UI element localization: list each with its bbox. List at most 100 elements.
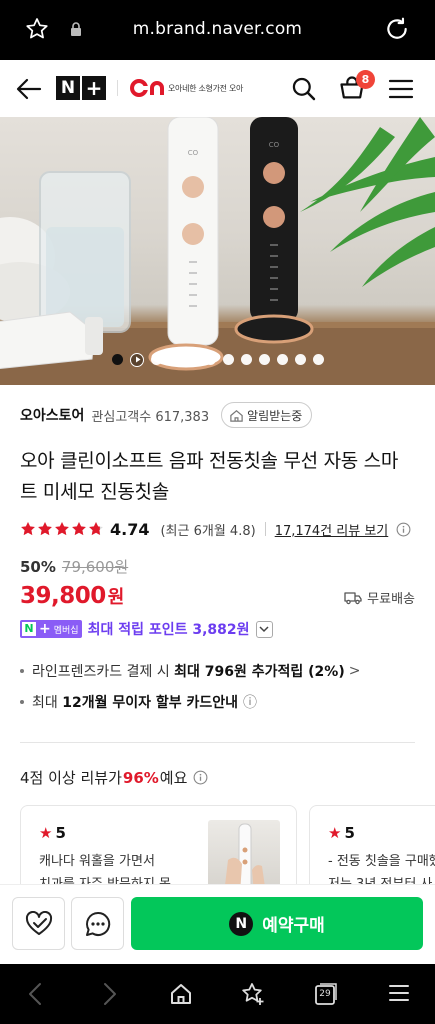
cart-count-badge: 8 bbox=[356, 70, 375, 89]
discount-rate: 50% bbox=[20, 558, 56, 576]
play-icon[interactable] bbox=[129, 353, 144, 367]
info-icon[interactable]: ⓘ bbox=[243, 692, 257, 712]
wishlist-button[interactable] bbox=[12, 897, 65, 950]
max-points: 최대 적립 포인트 3,882원 bbox=[87, 622, 250, 638]
gallery-dot[interactable] bbox=[204, 354, 216, 365]
gallery-dot[interactable] bbox=[312, 354, 324, 365]
nav-home-icon[interactable] bbox=[169, 982, 193, 1006]
bullet bbox=[20, 700, 24, 704]
recent-rating: (최근 6개월 4.8) bbox=[160, 523, 256, 539]
url-text[interactable]: m.brand.naver.com bbox=[0, 19, 435, 39]
nav-menu-icon[interactable] bbox=[388, 982, 410, 1004]
bullet bbox=[20, 669, 24, 673]
membership-row: N + 멤버십 최대 적립 포인트 3,882원 bbox=[20, 619, 415, 639]
gallery-dot[interactable] bbox=[240, 354, 252, 365]
nplus-n: N bbox=[56, 76, 80, 100]
sale-price: 39,800 원 bbox=[20, 583, 124, 609]
naver-plus-logo[interactable]: N + bbox=[56, 76, 106, 100]
reload-icon[interactable] bbox=[384, 16, 410, 42]
bottom-action-bar: N 예약구매 bbox=[0, 884, 435, 964]
price-unit: 원 bbox=[107, 587, 125, 608]
review-score: ★ 5 bbox=[39, 824, 66, 842]
card-benefit-row[interactable]: 라인프렌즈카드 결제 시 최대 796원 추가적립 (2%) > bbox=[20, 661, 415, 681]
gallery-pagination bbox=[0, 353, 435, 367]
benefit-text: 최대 12개월 무이자 할부 카드안내 bbox=[32, 695, 239, 711]
membership-badge: N + 멤버십 bbox=[20, 620, 82, 638]
rating-score: 4.74 bbox=[110, 519, 150, 539]
product-photo: CO CO bbox=[0, 117, 435, 385]
sale-price-value: 39,800 bbox=[20, 583, 106, 609]
star-icon bbox=[21, 522, 35, 536]
review-summary-text: 4점 이상 리뷰가 bbox=[20, 769, 122, 787]
star-icon bbox=[72, 522, 86, 536]
reserve-purchase-button[interactable]: N 예약구매 bbox=[131, 897, 423, 950]
gallery-dot[interactable] bbox=[294, 354, 306, 365]
membership-n: N bbox=[22, 622, 36, 636]
alert-label: 알림받는중 bbox=[247, 408, 303, 423]
naver-pay-n-icon: N bbox=[229, 911, 254, 936]
heart-check-icon bbox=[25, 910, 52, 935]
chevron-down-icon[interactable] bbox=[255, 620, 273, 638]
gallery-dot[interactable] bbox=[111, 354, 123, 365]
gallery-dot[interactable] bbox=[258, 354, 270, 365]
gallery-dot[interactable] bbox=[222, 354, 234, 365]
review-count-link[interactable]: 17,174건 리뷰 보기 bbox=[275, 520, 389, 539]
gallery-dot[interactable] bbox=[276, 354, 288, 365]
star-icon bbox=[38, 522, 52, 536]
star-icon bbox=[89, 522, 103, 536]
shipping-label: 무료배송 bbox=[367, 592, 415, 607]
benefit-text: 라인프렌즈카드 결제 시 최대 796원 추가적립 (2%) bbox=[32, 664, 345, 680]
alert-subscribe-button[interactable]: 알림받는중 bbox=[221, 402, 313, 428]
review-summary: 4점 이상 리뷰가 96% 예요 bbox=[20, 767, 208, 788]
nplus-plus: + bbox=[82, 76, 106, 100]
product-image-gallery[interactable]: CO CO bbox=[0, 117, 435, 385]
svg-text:CO: CO bbox=[188, 149, 199, 157]
review-score: ★ 5 bbox=[328, 824, 355, 842]
section-divider bbox=[20, 742, 415, 743]
star-icon: ★ bbox=[328, 824, 342, 842]
browser-address-bar: m.brand.naver.com bbox=[0, 0, 435, 60]
store-name[interactable]: 오아스토어 bbox=[20, 405, 84, 425]
oa-logo-icon bbox=[130, 78, 164, 98]
rating-row: 4.74 (최근 6개월 4.8) 17,174건 리뷰 보기 bbox=[20, 518, 420, 540]
installment-benefit-row[interactable]: 최대 12개월 무이자 할부 카드안내 ⓘ bbox=[20, 692, 415, 712]
review-summary-suffix: 예요 bbox=[159, 769, 188, 787]
svg-text:CO: CO bbox=[269, 141, 280, 149]
price-section: 50% 79,600원 39,800 원 무료배송 bbox=[20, 556, 415, 609]
brand-logo[interactable]: 오아네한 소형가전 오아 bbox=[130, 78, 243, 98]
rating-separator bbox=[264, 522, 266, 536]
chevron-right-icon: > bbox=[348, 663, 361, 679]
buy-label: 예약구매 bbox=[262, 916, 325, 936]
membership-label: 멤버십 bbox=[53, 625, 79, 636]
hamburger-menu-icon[interactable] bbox=[388, 78, 414, 100]
tab-count: 29 bbox=[319, 989, 331, 999]
chat-bubble-icon bbox=[85, 911, 110, 936]
gallery-dot[interactable] bbox=[168, 354, 180, 365]
shipping-info: 무료배송 bbox=[344, 588, 415, 607]
gallery-dot[interactable] bbox=[150, 354, 162, 365]
nav-forward-icon[interactable] bbox=[100, 982, 120, 1006]
star-icon bbox=[55, 522, 69, 536]
rating-stars bbox=[20, 521, 104, 537]
browser-nav-bar: 29 bbox=[0, 964, 435, 1024]
chat-button[interactable] bbox=[71, 897, 124, 950]
original-price: 79,600원 bbox=[61, 558, 129, 576]
membership-plus: + bbox=[39, 621, 51, 637]
info-icon[interactable] bbox=[193, 770, 208, 785]
home-icon bbox=[230, 409, 243, 422]
follower-count: 관심고객수 617,383 bbox=[91, 409, 210, 425]
review-photo bbox=[208, 820, 280, 894]
review-percent: 96% bbox=[122, 768, 159, 787]
back-arrow-icon[interactable] bbox=[16, 77, 42, 101]
nav-tabs-icon[interactable]: 29 bbox=[314, 982, 338, 1006]
site-header: N + 오아네한 소형가전 오아 8 bbox=[0, 60, 435, 117]
truck-icon bbox=[344, 591, 362, 604]
search-icon[interactable] bbox=[290, 75, 317, 102]
info-icon[interactable] bbox=[396, 522, 411, 537]
gallery-dot[interactable] bbox=[186, 354, 198, 365]
store-info-row: 오아스토어 관심고객수 617,383 알림받는중 bbox=[20, 402, 415, 428]
header-divider bbox=[117, 80, 118, 96]
brand-tagline: 오아네한 소형가전 오아 bbox=[168, 83, 244, 93]
nav-bookmark-add-icon[interactable] bbox=[240, 982, 266, 1006]
nav-back-icon[interactable] bbox=[25, 982, 45, 1006]
